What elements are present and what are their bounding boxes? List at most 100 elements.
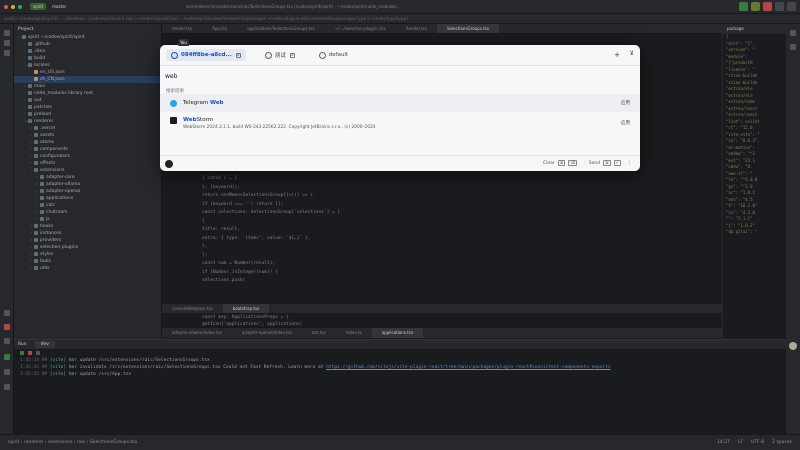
tree-item[interactable]: › calc — [14, 202, 161, 209]
tree-item[interactable]: › effects — [14, 160, 161, 167]
services-tool-icon[interactable] — [4, 369, 10, 375]
run-tool-icon[interactable] — [4, 354, 10, 360]
tree-item[interactable]: › components — [14, 146, 161, 153]
result-item-action[interactable]: 应用 — [621, 120, 630, 126]
tree-item[interactable]: › utils — [14, 265, 161, 272]
minimize-window-button[interactable] — [11, 4, 15, 9]
editor-tab[interactable]: App.tsx — [202, 24, 237, 33]
file-encoding[interactable]: UTF-8 — [751, 440, 764, 445]
tree-item[interactable]: ⌄ extensions — [14, 167, 161, 174]
package-json-tab[interactable]: package — [723, 24, 786, 34]
plugins-tool-icon[interactable] — [4, 310, 10, 316]
more-icon[interactable] — [36, 351, 40, 355]
launcher-tab-default[interactable]: default — [314, 49, 353, 61]
commit-tool-icon[interactable] — [4, 40, 10, 46]
tree-item[interactable]: › node_modules library root — [14, 90, 161, 97]
rerun-icon[interactable] — [20, 351, 24, 355]
search-icon[interactable] — [775, 2, 784, 11]
editor-tab[interactable]: consoleWebpack.tsx — [162, 304, 223, 313]
tree-item[interactable]: › js — [14, 216, 161, 223]
run-console-output[interactable]: 1:45:33 AM [vite] hmr update /src/extens… — [14, 357, 786, 378]
tree-item[interactable]: › tools — [14, 258, 161, 265]
maximize-window-button[interactable] — [18, 4, 22, 9]
avatar[interactable] — [789, 342, 797, 350]
structure-tool-icon[interactable] — [4, 50, 10, 56]
launcher-tab-test[interactable]: 测试 × — [260, 49, 300, 61]
tree-item[interactable]: › .idea — [14, 48, 161, 55]
project-panel-title[interactable]: Project — [14, 24, 161, 34]
tree-item[interactable]: › selection-plugins — [14, 244, 161, 251]
folder-icon — [34, 265, 38, 270]
run-config-tab[interactable]: dev — [34, 341, 55, 348]
tree-item[interactable]: › providers — [14, 237, 161, 244]
tree-item[interactable]: zh_CN.json — [14, 76, 161, 83]
result-item-telegram-web[interactable]: Telegram Web 应用 — [160, 94, 640, 112]
notifications-icon[interactable] — [790, 30, 796, 36]
tree-item[interactable]: › adapter-core — [14, 174, 161, 181]
editor-tab[interactable]: adapter-openai/index.tsx — [232, 328, 302, 338]
project-tool-icon[interactable] — [4, 30, 10, 36]
tree-item[interactable]: › .vercel — [14, 125, 161, 132]
filter-icon[interactable]: ⊻ — [630, 50, 634, 57]
tree-item[interactable]: ⌄ locales — [14, 62, 161, 69]
close-window-button[interactable] — [4, 4, 8, 9]
tree-item[interactable]: › out — [14, 97, 161, 104]
editor-tab[interactable]: Render.tsx — [396, 24, 437, 33]
tree-item[interactable]: ⌄ spirit ~/codes/spirit/spirit — [14, 34, 161, 41]
tree-item[interactable]: › assets — [14, 132, 161, 139]
log-tag: [vite] — [49, 365, 67, 370]
close-tab-icon[interactable]: × — [289, 52, 295, 58]
tree-item[interactable]: › patches — [14, 104, 161, 111]
indent-setting[interactable]: 2 spaces — [772, 440, 792, 445]
line-separator[interactable]: LF — [738, 440, 743, 445]
package-json-pane[interactable]: package { "dist": "2", "version": " "mod… — [722, 24, 786, 339]
editor-tab[interactable]: applications/SelectionsGroups.tsx — [237, 24, 325, 33]
editor-tab[interactable]: index.ts — [336, 328, 372, 338]
problems-tool-icon[interactable] — [4, 324, 10, 330]
editor-tab[interactable]: SelectionsGroups.tsx — [437, 24, 500, 33]
debug-icon[interactable] — [751, 2, 760, 11]
log-link[interactable]: https://github.com/vitejs/vite-plugin-re… — [326, 365, 610, 370]
close-tab-icon[interactable]: × — [235, 52, 241, 58]
tree-item[interactable]: › applications — [14, 195, 161, 202]
result-item-webstorm[interactable]: WebStorm WebStorm 2024.3.1.1, build WS-2… — [160, 112, 640, 134]
tree-item[interactable]: › build — [14, 55, 161, 62]
editor-tab[interactable]: applications.tsx — [371, 328, 424, 338]
editor-tab[interactable]: adapter-ollama/index.tsx — [162, 328, 232, 338]
editor-tab[interactable]: ~/.../selection-plugins.tsx — [325, 24, 396, 33]
settings-icon[interactable] — [787, 2, 796, 11]
launcher-search-input[interactable] — [165, 71, 625, 81]
more-options-icon[interactable]: ⋮ — [628, 161, 633, 166]
breadcrumb[interactable]: spirit › renderer › extensions › raic › … — [8, 440, 137, 445]
branch-switcher[interactable]: master — [52, 4, 66, 9]
tree-item[interactable]: › preload — [14, 111, 161, 118]
result-item-action[interactable]: 应用 — [621, 100, 630, 106]
tree-item[interactable]: › adapter-openai — [14, 188, 161, 195]
stop-run-icon[interactable] — [28, 351, 32, 355]
tree-item[interactable]: › hooks — [14, 223, 161, 230]
database-icon[interactable] — [790, 44, 796, 50]
add-tab-button[interactable]: + — [614, 51, 620, 59]
tree-item[interactable]: ⌄ renderer — [14, 118, 161, 125]
launcher-tab-session[interactable]: 084ff8be-a8cd... × — [166, 49, 246, 61]
tree-item[interactable]: › styles — [14, 251, 161, 258]
editor-tab[interactable]: render.tsx — [162, 24, 202, 33]
tree-item[interactable]: en_US.json — [14, 69, 161, 76]
editor-tab[interactable]: bot.tsx — [302, 328, 336, 338]
clear-button[interactable]: Clear — [543, 161, 555, 166]
tree-item[interactable]: › atoms — [14, 139, 161, 146]
tree-item[interactable]: › instances — [14, 230, 161, 237]
terminal-tool-icon[interactable] — [4, 338, 10, 344]
project-switcher[interactable]: spirit — [30, 3, 47, 10]
tree-item[interactable]: › configurators — [14, 153, 161, 160]
git-tool-icon[interactable] — [4, 384, 10, 390]
cursor-position[interactable]: 14:27 — [717, 440, 730, 445]
tree-item[interactable]: › .github — [14, 41, 161, 48]
stop-icon[interactable] — [763, 2, 772, 11]
send-button[interactable]: Send — [589, 161, 600, 166]
tree-item[interactable]: › adapter-ollama — [14, 181, 161, 188]
tree-item[interactable]: › chatroom — [14, 209, 161, 216]
editor-tab[interactable]: bootstrap.tsx — [222, 304, 270, 313]
tree-item[interactable]: › main — [14, 83, 161, 90]
run-icon[interactable] — [739, 2, 748, 11]
